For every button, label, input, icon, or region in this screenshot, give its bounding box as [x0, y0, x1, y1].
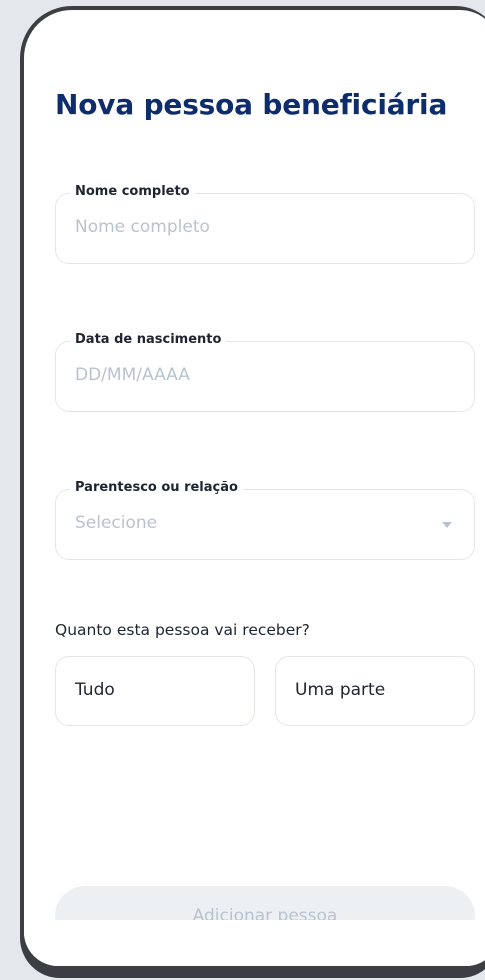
app-screen: Nova pessoa beneficiária Nome completo N… [24, 10, 485, 966]
share-option-all-button[interactable]: Tudo [55, 656, 255, 726]
relationship-select[interactable]: Parentesco ou relação Selecione [55, 480, 475, 560]
chevron-down-icon[interactable] [442, 522, 452, 528]
full-name-field[interactable]: Nome completo Nome completo [55, 184, 475, 264]
full-name-label: Nome completo [70, 184, 195, 199]
share-question: Quanto esta pessoa vai receber? [55, 621, 310, 639]
page-title: Nova pessoa beneficiária [55, 88, 448, 121]
birth-date-label: Data de nascimento [70, 332, 227, 347]
full-name-placeholder[interactable]: Nome completo [75, 217, 210, 237]
birth-date-field[interactable]: Data de nascimento DD/MM/AAAA [55, 332, 475, 412]
phone-frame: Nova pessoa beneficiária Nome completo N… [20, 6, 485, 978]
relationship-label: Parentesco ou relação [70, 480, 243, 495]
share-option-part-button[interactable]: Uma parte [275, 656, 475, 726]
screen-bottom-mask [24, 920, 485, 966]
birth-date-placeholder[interactable]: DD/MM/AAAA [75, 365, 190, 385]
relationship-placeholder[interactable]: Selecione [75, 513, 157, 533]
